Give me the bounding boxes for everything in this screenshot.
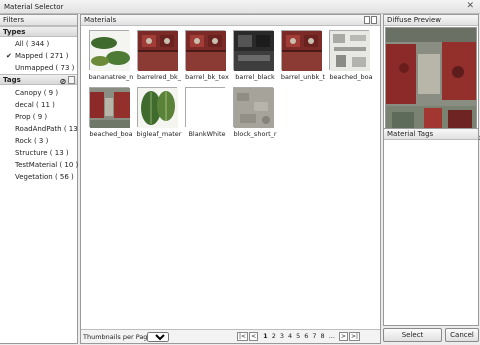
material-label: barrel_unbk_t <box>280 73 326 81</box>
delete-icon[interactable] <box>364 16 370 24</box>
tag-filter-item[interactable]: TestMaterial ( 10 ) <box>0 159 78 171</box>
material-tags-header: Material Tags <box>384 129 478 140</box>
material-image <box>233 87 274 128</box>
first-page-button[interactable]: |< <box>237 332 249 341</box>
page-number[interactable]: 5 <box>296 332 300 340</box>
materials-header: Materials <box>81 15 380 26</box>
diffuse-preview-header: Diffuse Preview <box>384 15 478 26</box>
material-image <box>89 87 130 128</box>
page-number[interactable]: ... <box>329 332 335 340</box>
type-filter-item[interactable]: ✔ Mapped ( 271 ) <box>0 50 77 62</box>
new-material-icon[interactable] <box>371 16 377 24</box>
tags-header: Tags ⊘ <box>0 74 77 86</box>
diffuse-preview-panel: Diffuse Preview beached_boat_unbk_tex_bo… <box>383 14 480 144</box>
material-thumbnail[interactable]: barrel_unbk_t <box>278 30 325 81</box>
page-number[interactable]: 8 <box>321 332 325 340</box>
material-thumbnail[interactable]: bigleaf_mater <box>134 87 181 138</box>
tags-menu-icon[interactable] <box>68 76 75 84</box>
material-label: barrel_bk_tex <box>185 73 229 81</box>
tags-header-label: Tags <box>3 76 21 84</box>
material-thumbnail[interactable]: barrel_bk_tex <box>182 30 229 81</box>
page-number[interactable]: 6 <box>304 332 308 340</box>
pager: |< < 1 2 3 4 5 6 7 8... > >| <box>237 332 361 341</box>
material-image <box>137 30 178 71</box>
type-filter-item[interactable]: All ( 344 ) <box>0 38 77 50</box>
material-image <box>185 30 226 71</box>
material-image <box>89 30 130 71</box>
tag-filter-item[interactable]: decal ( 11 ) <box>0 99 77 111</box>
material-thumbnail[interactable]: block_short_r <box>230 87 277 138</box>
material-label: BlankWhite <box>188 130 226 138</box>
material-thumbnail[interactable]: BlankWhite <box>182 87 228 138</box>
next-page-button[interactable]: > <box>338 332 348 341</box>
material-label: barrelred_bk_ <box>136 73 182 81</box>
tag-filter-item[interactable]: Structure ( 13 ) <box>0 147 77 159</box>
material-label: beached_boa <box>89 130 133 138</box>
material-thumbnail[interactable]: barrelred_bk_ <box>134 30 181 81</box>
material-tags-panel: Material Tags <box>383 128 479 326</box>
page-numbers: 1 2 3 4 5 6 7 8... <box>261 332 337 340</box>
material-thumbnail[interactable]: barrel_black <box>230 30 276 81</box>
type-filter-label: Mapped ( 271 ) <box>15 52 69 60</box>
title-bar: Material Selector ✕ <box>0 0 480 14</box>
tag-filter-item[interactable]: Rock ( 3 ) <box>0 135 77 147</box>
material-label: barrel_black <box>235 73 275 81</box>
material-image <box>233 30 274 71</box>
type-filter-label: Unmapped ( 73 ) <box>15 64 75 72</box>
material-image <box>185 87 226 128</box>
page-number[interactable]: 1 <box>263 332 268 340</box>
tag-filter-item[interactable]: Canopy ( 9 ) <box>0 87 77 99</box>
cancel-button[interactable]: Cancel <box>445 328 479 342</box>
material-image <box>329 30 370 71</box>
type-filter-label: All ( 344 ) <box>15 40 50 48</box>
filters-header: Filters <box>0 15 77 26</box>
types-header-label: Types <box>3 28 26 36</box>
last-page-button[interactable]: >| <box>349 332 361 341</box>
close-icon[interactable]: ✕ <box>466 1 474 11</box>
material-thumbnail[interactable]: bananatree_n <box>86 30 133 81</box>
material-image <box>281 30 322 71</box>
material-label: beached_boa <box>329 73 373 81</box>
materials-panel: Materials bananatree_n barrelred_bk_ barre… <box>80 14 381 344</box>
material-label: bananatree_n <box>88 73 134 81</box>
types-header: Types <box>0 26 77 37</box>
thumbnails-per-page-select[interactable]: 10 <box>147 332 169 342</box>
page-number[interactable]: 3 <box>280 332 284 340</box>
page-number[interactable]: 2 <box>272 332 276 340</box>
tag-filter-item[interactable]: RoadAndPath ( 13 ) <box>0 123 83 135</box>
checkmark-icon: ✔ <box>6 52 12 60</box>
diffuse-preview-image <box>385 27 477 133</box>
materials-header-label: Materials <box>84 16 117 24</box>
material-thumbnail[interactable]: beached_boa <box>326 30 373 81</box>
material-thumbnail[interactable]: beached_boa <box>86 87 133 138</box>
window-title: Material Selector <box>4 3 64 11</box>
prev-page-button[interactable]: < <box>249 332 259 341</box>
material-label: block_short_r <box>233 130 277 138</box>
clear-tags-icon[interactable]: ⊘ <box>59 78 67 86</box>
type-filter-item[interactable]: Unmapped ( 73 ) <box>0 62 77 74</box>
tag-filter-item[interactable]: Prop ( 9 ) <box>0 111 77 123</box>
tag-filter-item[interactable]: Vegetation ( 56 ) <box>0 171 77 183</box>
tags-list: Canopy ( 9 ) decal ( 11 ) Prop ( 9 ) RoadAn… <box>0 85 83 183</box>
page-number[interactable]: 4 <box>288 332 292 340</box>
types-list: All ( 344 ) ✔ Mapped ( 271 ) Unmapped ( 73 … <box>0 37 77 74</box>
select-button[interactable]: Select <box>383 328 442 342</box>
thumbnails-per-page-label: Thumbnails per Page: <box>83 333 154 341</box>
material-label: bigleaf_mater <box>136 130 182 138</box>
filters-panel: Filters Types All ( 344 ) ✔ Mapped ( 271 )… <box>0 14 83 344</box>
material-image <box>137 87 178 128</box>
page-number[interactable]: 7 <box>312 332 316 340</box>
materials-footer: Thumbnails per Page: 10 |< < 1 2 3 4 5 6 7 8... … <box>81 329 380 343</box>
